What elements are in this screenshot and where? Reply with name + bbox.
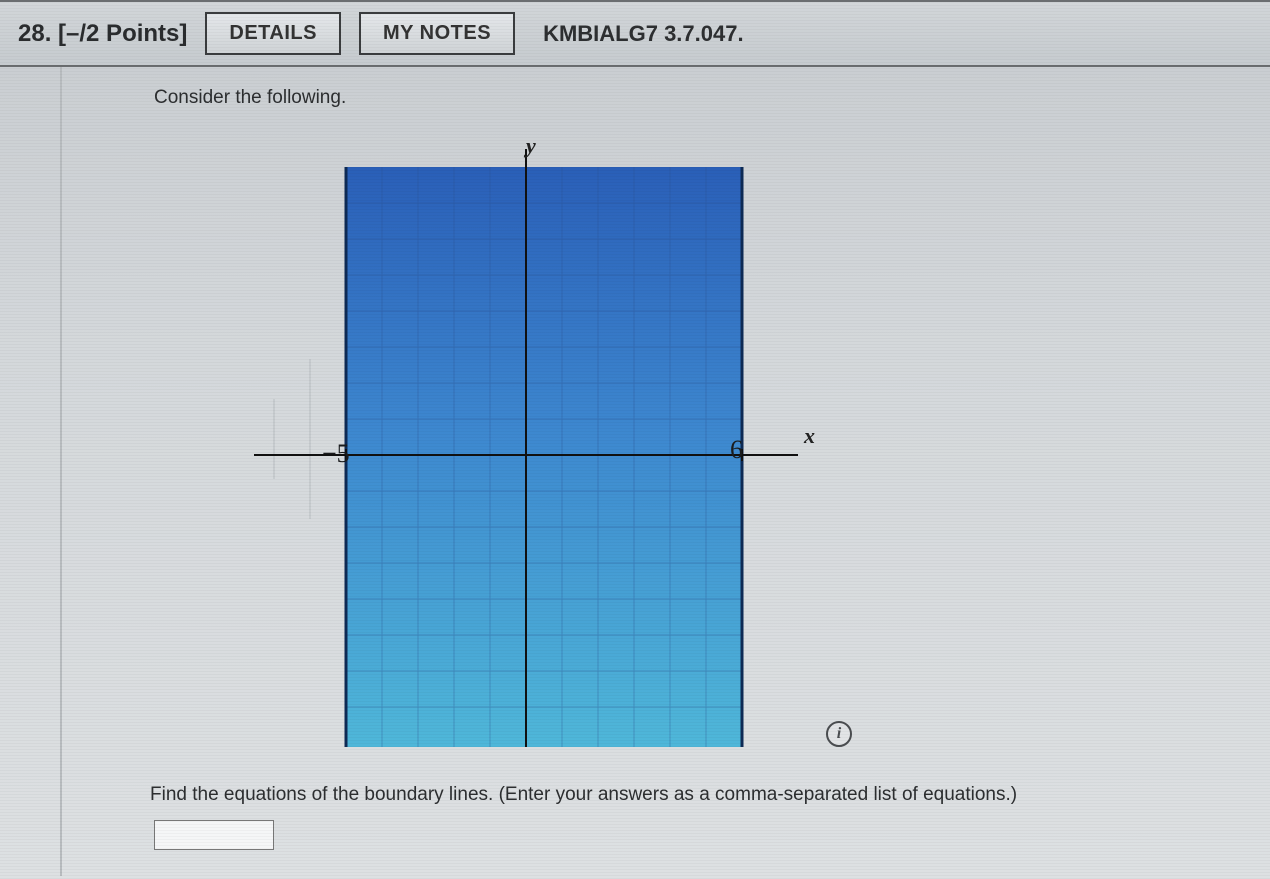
shaded-region [346, 167, 742, 747]
question-reference-code: KMBIALG7 3.7.047. [543, 21, 744, 47]
coordinate-plane [214, 139, 854, 759]
x-axis-label: x [804, 423, 815, 449]
answer-input[interactable] [154, 820, 274, 850]
question-number-points: 28. [–/2 Points] [18, 20, 187, 48]
details-button[interactable]: DETAILS [205, 12, 341, 55]
x-tick-6: 6 [730, 435, 743, 465]
y-axis-label: y [526, 133, 536, 159]
question-prompt: Find the equations of the boundary lines… [150, 784, 1270, 806]
question-intro-text: Consider the following. [154, 87, 1270, 109]
question-header: 28. [–/2 Points] DETAILS MY NOTES KMBIAL… [0, 0, 1270, 67]
question-body: Consider the following. [60, 67, 1270, 876]
graph-figure: y x −5 6 i [214, 139, 854, 759]
my-notes-button[interactable]: MY NOTES [359, 12, 515, 55]
info-icon-glyph: i [837, 725, 841, 743]
x-tick-neg5: −5 [322, 439, 350, 469]
info-icon[interactable]: i [826, 721, 852, 747]
